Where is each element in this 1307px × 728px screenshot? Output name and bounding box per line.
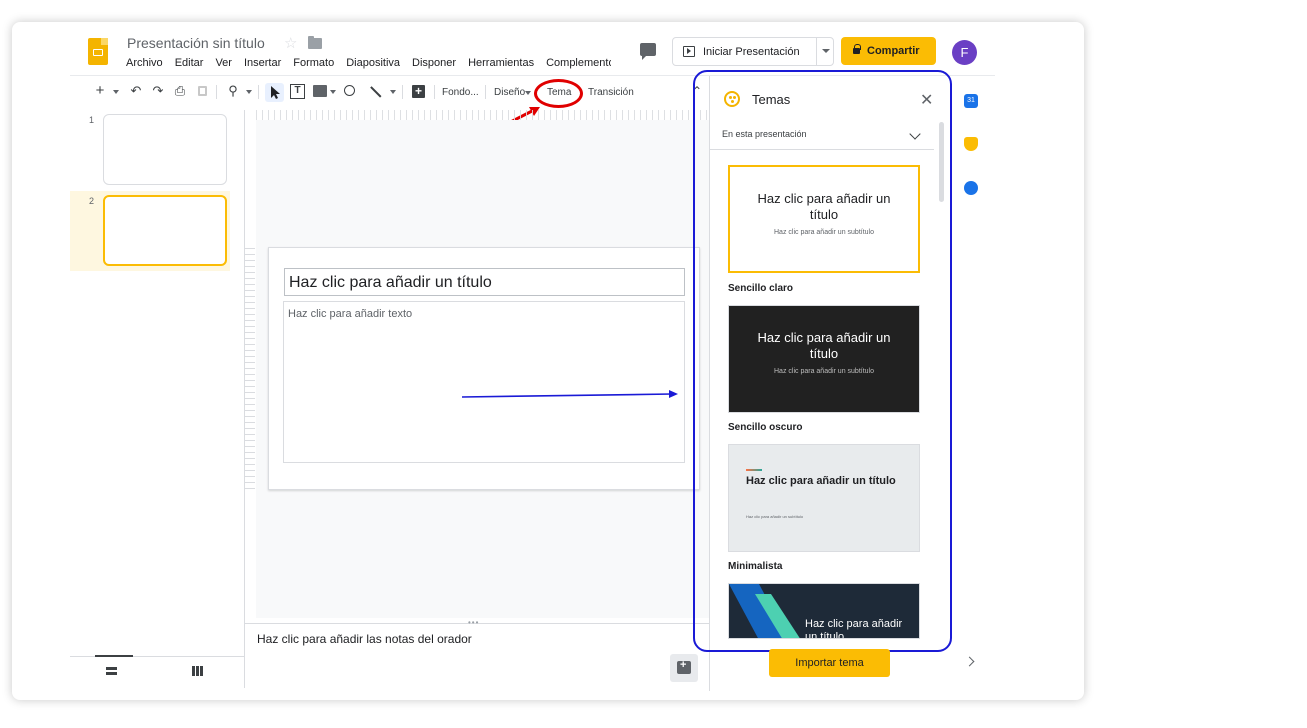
shape-icon[interactable] [344,85,355,96]
horizontal-ruler [256,110,712,120]
menu-complementos[interactable]: Complementos [546,57,611,69]
slide-number: 1 [89,115,95,125]
present-dropdown-icon[interactable] [822,49,830,53]
menu-herramientas[interactable]: Herramientas [468,57,540,69]
toolbar-divider [402,85,403,99]
menu-archivo[interactable]: Archivo [126,57,169,69]
menu-insertar[interactable]: Insertar [244,57,287,69]
select-tool-button[interactable] [265,83,284,102]
toolbar-divider [485,85,486,99]
lock-icon [853,44,861,54]
slide-number: 2 [89,196,95,206]
app-window: Presentación sin título ☆ Archivo Editar… [12,22,1084,700]
print-icon[interactable]: ⎙ [172,83,188,99]
share-label: Compartir [867,45,920,57]
menu-editar[interactable]: Editar [175,57,210,69]
zoom-icon[interactable]: ⚲ [225,83,241,99]
toolbar-divider [258,85,259,99]
slide-thumbnail-2[interactable] [103,195,227,266]
image-dropdown-icon[interactable] [330,90,336,94]
zoom-dropdown-icon[interactable] [246,90,252,94]
document-title[interactable]: Presentación sin título [127,35,265,51]
undo-icon[interactable]: ↶ [128,83,144,99]
cursor-icon [271,86,280,99]
comment-history-icon[interactable] [640,43,656,60]
text-box-icon[interactable]: T [290,84,305,99]
background-button[interactable]: Fondo... [442,87,479,111]
speaker-notes[interactable]: Haz clic para añadir las notas del orado… [257,632,472,646]
vertical-ruler [245,248,255,492]
active-view-indicator [95,655,133,657]
resize-handle-icon[interactable]: ••• [468,618,479,627]
star-icon[interactable]: ☆ [284,34,297,52]
image-icon[interactable] [313,85,327,97]
layout-dropdown-icon[interactable] [525,91,531,95]
grid-view-icon[interactable] [192,666,203,676]
present-button[interactable]: Iniciar Presentación [672,37,834,66]
paint-format-icon[interactable] [198,86,207,96]
share-button[interactable]: Compartir [841,37,936,65]
slide-thumbnail-1[interactable] [103,114,227,185]
menu-diapositiva[interactable]: Diapositiva [346,57,406,69]
calendar-icon[interactable]: 31 [964,94,978,108]
toolbar-divider [216,85,217,99]
explore-button[interactable] [670,654,698,682]
title-placeholder[interactable]: Haz clic para añadir un título [284,268,685,296]
redo-icon[interactable]: ↷ [150,83,166,99]
present-label: Iniciar Presentación [703,46,800,58]
toolbar-divider [434,85,435,99]
annotation-arrow-blue [461,390,678,398]
rail-edge [998,22,999,700]
add-comment-icon[interactable]: + [412,85,425,98]
line-icon[interactable] [370,86,382,98]
slides-logo-icon[interactable] [88,38,108,65]
new-slide-button[interactable]: + [92,83,108,99]
present-divider [816,38,817,65]
menu-ver[interactable]: Ver [215,57,238,69]
filmstrip-view-icon[interactable] [106,667,117,675]
line-dropdown-icon[interactable] [390,90,396,94]
avatar[interactable]: F [952,40,977,65]
chevron-right-icon[interactable] [964,656,975,667]
present-icon [683,46,695,57]
body-placeholder[interactable]: Haz clic para añadir texto [283,301,685,463]
explore-icon [677,659,691,674]
folder-icon[interactable] [308,36,322,49]
annotation-panel-outline [693,70,952,652]
import-theme-button[interactable]: Importar tema [769,649,890,677]
transition-button[interactable]: Transición [588,87,634,111]
tasks-icon[interactable] [964,181,978,195]
keep-icon[interactable] [964,137,978,151]
menu-disponer[interactable]: Disponer [412,57,462,69]
menu-formato[interactable]: Formato [293,57,340,69]
menu-bar: Archivo Editar Ver Insertar Formato Diap… [126,57,611,69]
new-slide-dropdown-icon[interactable] [113,90,119,94]
